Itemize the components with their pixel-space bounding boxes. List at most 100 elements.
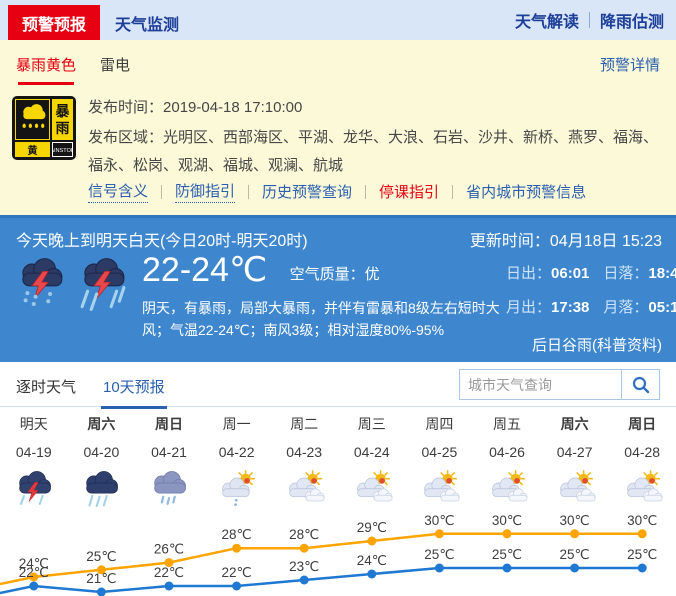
day-date: 04-23 bbox=[270, 444, 338, 460]
day-date: 04-20 bbox=[68, 444, 136, 460]
forecast-day-column[interactable]: 周日 04-28 bbox=[608, 414, 676, 509]
partly-cloudy-icon bbox=[349, 470, 395, 509]
tab-weather-monitor[interactable]: 天气监测 bbox=[115, 5, 179, 40]
search-button[interactable] bbox=[621, 370, 659, 399]
warning-link[interactable]: 历史预警查询 bbox=[262, 181, 352, 202]
tab-warning-forecast[interactable]: 预警预报 bbox=[8, 5, 100, 40]
temp-point-low bbox=[503, 564, 512, 573]
city-weather-search bbox=[459, 369, 660, 400]
current-weather-icons bbox=[12, 256, 132, 312]
current-summary: 22-24℃ 空气质量：优 阴天，有暴雨，局部大暴雨，并伴有雷暴和8级左右短时大… bbox=[142, 250, 510, 341]
partly-cloudy-icon bbox=[484, 470, 530, 509]
temperature-range: 22-24℃ bbox=[142, 250, 267, 290]
temp-point-low bbox=[570, 564, 579, 573]
temp-point-low bbox=[638, 564, 647, 573]
tab-10day-forecast[interactable]: 10天预报 bbox=[103, 376, 165, 397]
forecast-day-column[interactable]: 周六 04-20 bbox=[68, 414, 136, 509]
temp-label-low: 22℃ bbox=[19, 565, 49, 580]
warning-link[interactable]: 防御指引 bbox=[175, 180, 235, 203]
temp-label-high: 25℃ bbox=[86, 549, 116, 564]
warning-link[interactable]: 信号含义 bbox=[88, 180, 148, 203]
temp-label-low: 22℃ bbox=[154, 565, 184, 580]
search-input[interactable] bbox=[460, 370, 621, 399]
tab-rainstorm-yellow[interactable]: 暴雨黄色 bbox=[16, 54, 76, 75]
sun-moon-item: 月出：17:38 bbox=[506, 296, 589, 317]
link-rain-estimation[interactable]: 降雨估测 bbox=[600, 8, 664, 32]
tab-hourly-weather[interactable]: 逐时天气 bbox=[16, 376, 76, 397]
temp-point-low bbox=[165, 582, 174, 591]
day-name: 周日 bbox=[135, 414, 203, 434]
temp-label-high: 29℃ bbox=[357, 520, 387, 535]
temp-label-low: 25℃ bbox=[492, 547, 522, 562]
ten-day-forecast-row: 明天04-19周六04-20周日04-21周一04-22周二04-23周三04-… bbox=[0, 414, 676, 509]
top-nav-links: 天气解读 降雨估测 bbox=[515, 0, 664, 40]
forecast-day-column[interactable]: 周日 04-21 bbox=[135, 414, 203, 509]
sun-moon-item: 月落：05:13 bbox=[603, 296, 676, 317]
forecast-day-column[interactable]: 周一04-22 bbox=[203, 414, 271, 509]
day-name: 周六 bbox=[541, 414, 609, 434]
day-date: 04-21 bbox=[135, 444, 203, 460]
temp-point-high bbox=[638, 529, 647, 538]
temp-label-high: 28℃ bbox=[289, 527, 319, 542]
partly-cloudy-icon bbox=[281, 470, 327, 509]
day-name: 明天 bbox=[0, 414, 68, 434]
forecast-day-column[interactable]: 明天 04-19 bbox=[0, 414, 68, 509]
forecast-day-column[interactable]: 周三 04-24 bbox=[338, 414, 406, 509]
temperature-line-chart: 24℃25℃26℃28℃28℃29℃30℃30℃30℃30℃22℃21℃22℃2… bbox=[0, 505, 676, 596]
temp-point-high bbox=[503, 529, 512, 538]
warning-detail-link[interactable]: 预警详情 bbox=[600, 54, 660, 75]
sun-moon-item: 日落：18:45 bbox=[603, 262, 676, 283]
temp-label-low: 21℃ bbox=[86, 571, 116, 586]
temp-label-high: 30℃ bbox=[492, 513, 522, 528]
temp-label-low: 23℃ bbox=[289, 559, 319, 574]
day-name: 周五 bbox=[473, 414, 541, 434]
separator bbox=[161, 185, 162, 199]
temp-label-high: 26℃ bbox=[154, 542, 184, 557]
weather-warning-page: 预警预报 天气监测 天气解读 降雨估测 暴雨黄色 雷电 预警详情 暴雨 黄 RA… bbox=[0, 0, 676, 596]
temp-label-low: 22℃ bbox=[222, 565, 252, 580]
temp-label-low: 24℃ bbox=[357, 553, 387, 568]
temp-point-high bbox=[300, 544, 309, 553]
day-name: 周日 bbox=[608, 414, 676, 434]
temp-label-high: 28℃ bbox=[222, 527, 252, 542]
day-name: 周二 bbox=[270, 414, 338, 434]
forecast-tab-bar: 逐时天气 10天预报 bbox=[0, 362, 676, 407]
temp-point-high bbox=[570, 529, 579, 538]
temp-point-low bbox=[435, 564, 444, 573]
warning-type-label: 暴雨 bbox=[52, 99, 73, 140]
day-date: 04-26 bbox=[473, 444, 541, 460]
update-time: 更新时间：04月18日 15:23 bbox=[470, 227, 662, 251]
warning-link[interactable]: 省内城市预警信息 bbox=[466, 181, 586, 202]
current-conditions-panel: 今天晚上到明天白天(今日20时-明天20时) 更新时间：04月18日 15:23… bbox=[0, 215, 676, 362]
temp-point-low bbox=[232, 582, 241, 591]
thunderstorm-heavy-rain-icon bbox=[74, 256, 132, 312]
day-date: 04-28 bbox=[608, 444, 676, 460]
publish-time-row: 发布时间：2019-04-18 17:10:00 bbox=[88, 94, 664, 122]
day-name: 周六 bbox=[68, 414, 136, 434]
forecast-day-column[interactable]: 周六04-27 bbox=[541, 414, 609, 509]
temp-label-high: 30℃ bbox=[627, 513, 657, 528]
forecast-day-column[interactable]: 周四 04-25 bbox=[406, 414, 474, 509]
temp-point-high bbox=[232, 544, 241, 553]
warning-link[interactable]: 停课指引 bbox=[379, 181, 439, 202]
link-weather-interpretation[interactable]: 天气解读 bbox=[515, 8, 579, 32]
temp-point-low bbox=[29, 582, 38, 591]
day-date: 04-24 bbox=[338, 444, 406, 460]
forecast-day-column[interactable]: 周五 04-26 bbox=[473, 414, 541, 509]
partly-cloudy-icon bbox=[619, 470, 665, 509]
thunderstorm-icon bbox=[11, 470, 57, 509]
warning-info: 发布时间：2019-04-18 17:10:00 发布区域：光明区、西部海区、平… bbox=[88, 94, 664, 179]
warning-section: 暴雨黄色 雷电 预警详情 暴雨 黄 RAINSTORM 发布时间：2019-04… bbox=[0, 40, 676, 215]
publish-area-row: 发布区域：光明区、西部海区、平湖、龙华、大浪、石岩、沙井、新桥、燕罗、福海、福永… bbox=[88, 124, 664, 180]
separator bbox=[248, 185, 249, 199]
day-date: 04-25 bbox=[406, 444, 474, 460]
temp-label-low: 25℃ bbox=[627, 547, 657, 562]
search-icon bbox=[631, 375, 651, 395]
day-name: 周三 bbox=[338, 414, 406, 434]
forecast-day-column[interactable]: 周二 04-23 bbox=[270, 414, 338, 509]
day-name: 周四 bbox=[406, 414, 474, 434]
tab-lightning[interactable]: 雷电 bbox=[100, 54, 130, 75]
day-date: 04-19 bbox=[0, 444, 68, 460]
rainstorm-yellow-warning-icon: 暴雨 黄 RAINSTORM bbox=[12, 96, 76, 160]
solar-term-note[interactable]: 后日谷雨(科普资料) bbox=[532, 334, 662, 355]
